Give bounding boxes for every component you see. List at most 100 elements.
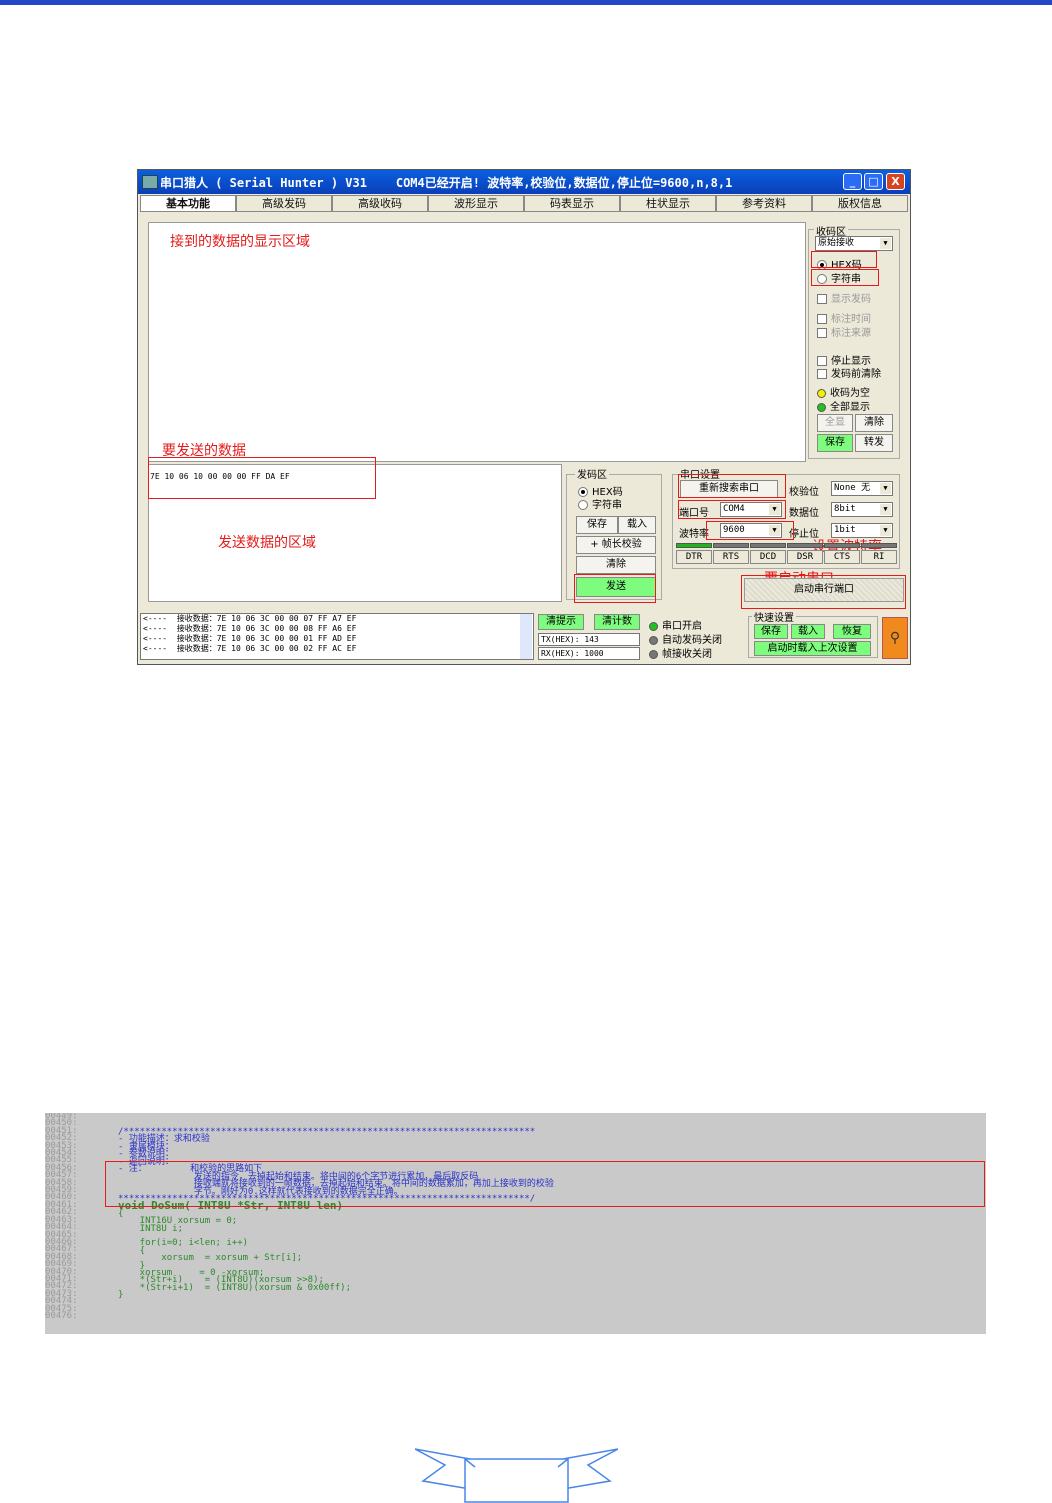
receive-save-button[interactable]: 保存 [817,434,853,452]
show-all-button[interactable]: 全显 [817,414,853,432]
send-save-button[interactable]: 保存 [576,516,618,534]
checkbox-checked-icon [817,314,827,324]
chevron-down-icon: ▼ [880,483,891,494]
highlight-algorithm-note [105,1161,985,1207]
databits-label: 数据位 [789,508,819,519]
parity-value: None 无 [834,483,871,493]
check-clear-before-send-label: 发码前清除 [831,369,881,380]
code-line: xorsum = xorsum + Str[i]; [118,1253,303,1263]
annotation-send-area: 发送数据的区域 [218,535,316,551]
tab-advanced-receive[interactable]: 高级收码 [332,195,428,211]
status-frame-recv-label: 帧接收关闭 [662,649,712,660]
log-line: <---- 接收数据：7E 10 06 3C 00 00 01 FF AD EF [143,634,357,643]
frame-checksum-button[interactable]: + 帧长校验 [576,536,656,554]
tx-counter: TX(HEX): 143 [538,633,640,646]
log-scrollbar[interactable] [520,614,532,659]
signal-bar-ri [861,543,897,548]
green-led-icon [649,621,658,631]
receive-mode-select[interactable]: 原始接收 ▼ [815,236,893,251]
signal-bar-rts [713,543,749,548]
highlight-send-data [148,457,376,499]
highlight-start-port [741,575,906,609]
annotation-receive-area: 接到的数据的显示区域 [170,234,310,250]
signal-bar-cts [824,543,860,548]
quick-restore-button[interactable]: 恢复 [833,624,871,639]
parity-select[interactable]: None 无 ▼ [831,481,893,496]
maximize-button[interactable]: □ [864,173,883,190]
signal-cts: CTS [824,550,860,564]
forward-button[interactable]: 转发 [855,434,893,452]
chevron-down-icon: ▼ [880,504,891,515]
check-clear-before-send[interactable]: 发码前清除 [817,365,881,380]
tab-basic[interactable]: 基本功能 [140,195,236,212]
quick-settings-label: 快速设置 [752,609,796,624]
receive-mode-value: 原始接收 [818,238,855,248]
tab-advanced-send[interactable]: 高级发码 [236,195,332,211]
signal-dcd: DCD [750,550,786,564]
signal-bar-dtr [676,543,712,548]
send-load-button[interactable]: 载入 [618,516,656,534]
tab-code-table[interactable]: 码表显示 [524,195,620,211]
indicator-empty: 收码为空 [817,384,870,399]
title-bar: 串口猎人 ( Serial Hunter ) V31 COM4已经开启! 波特率… [138,170,910,194]
quick-load-button[interactable]: 载入 [791,624,825,639]
page-top-rule [0,0,1052,5]
log-line: <---- 接收数据：7E 10 06 3C 00 00 02 FF AC EF [143,644,357,653]
line-number-gutter: 00449: 00450: 00451: 00452: 00453: 00454: 0045… [45,1113,115,1321]
line-number: 00476: [45,1310,78,1321]
highlight-string-radio [811,269,879,286]
send-clear-button[interactable]: 清除 [576,556,656,574]
send-group-label: 发码区 [575,466,609,481]
highlight-rescan [678,474,786,498]
send-string-radio[interactable]: 字符串 [578,496,622,511]
signal-bar-dsr [787,543,823,548]
tab-bar: 基本功能 高级发码 高级收码 波形显示 码表显示 柱状显示 参考资料 版权信息 [140,195,910,212]
chevron-down-icon: ▼ [880,525,891,536]
signal-ri: RI [861,550,897,564]
check-mark-source[interactable]: 标注来源 [817,324,871,339]
highlight-send-button [574,574,656,603]
key-icon[interactable]: ⚲ [882,617,908,659]
receive-display[interactable] [148,222,806,462]
signal-dsr: DSR [787,550,823,564]
radio-icon [578,500,588,510]
highlight-hex-radio [811,251,877,268]
stopbits-value: 1bit [834,525,856,535]
load-last-settings-button[interactable]: 启动时载入上次设置 [754,641,871,656]
tab-copyright[interactable]: 版权信息 [812,195,908,211]
code-snippet: 00449: 00450: 00451: 00452: 00453: 00454: 0045… [45,1113,986,1334]
indicator-show-all-label: 全部显示 [830,402,870,413]
baud-label: 波特率 [679,529,709,540]
receive-clear-button[interactable]: 清除 [855,414,893,432]
gray-led-icon [649,649,658,659]
rx-counter: RX(HEX): 1000 [538,647,640,660]
code-body: /***************************************… [118,1127,983,1332]
status-frame-recv: 帧接收关闭 [649,645,712,660]
send-string-label: 字符串 [592,500,622,511]
clear-hint-button[interactable]: 清提示 [538,614,584,630]
signal-rts[interactable]: RTS [713,550,749,564]
close-button[interactable]: X [886,173,905,190]
databits-value: 8bit [834,504,856,514]
tab-bar-chart[interactable]: 柱状显示 [620,195,716,211]
tab-reference[interactable]: 参考资料 [716,195,812,211]
databits-select[interactable]: 8bit ▼ [831,502,893,517]
gray-led-icon [649,635,658,645]
tab-waveform[interactable]: 波形显示 [428,195,524,211]
quick-save-button[interactable]: 保存 [754,624,788,639]
checkbox-checked-icon [817,328,827,338]
tab-divider [140,211,908,212]
clear-count-button[interactable]: 清计数 [594,614,640,630]
log-line: <---- 接收数据：7E 10 06 3C 00 00 08 FF A6 EF [143,624,357,633]
check-mark-time[interactable]: 标注时间 [817,310,871,325]
green-led-icon [817,402,826,412]
check-show-sent[interactable]: 显示发码 [817,290,871,305]
minimize-button[interactable]: _ [843,173,862,190]
page-banner-icon [415,1448,618,1503]
signal-dtr[interactable]: DTR [676,550,712,564]
checkbox-icon [817,369,827,379]
yellow-led-icon [817,388,826,398]
status-log: <---- 接收数据：7E 10 06 3C 00 00 07 FF A7 EF… [140,613,534,660]
code-line: } [118,1290,124,1300]
indicator-show-all: 全部显示 [817,398,870,413]
